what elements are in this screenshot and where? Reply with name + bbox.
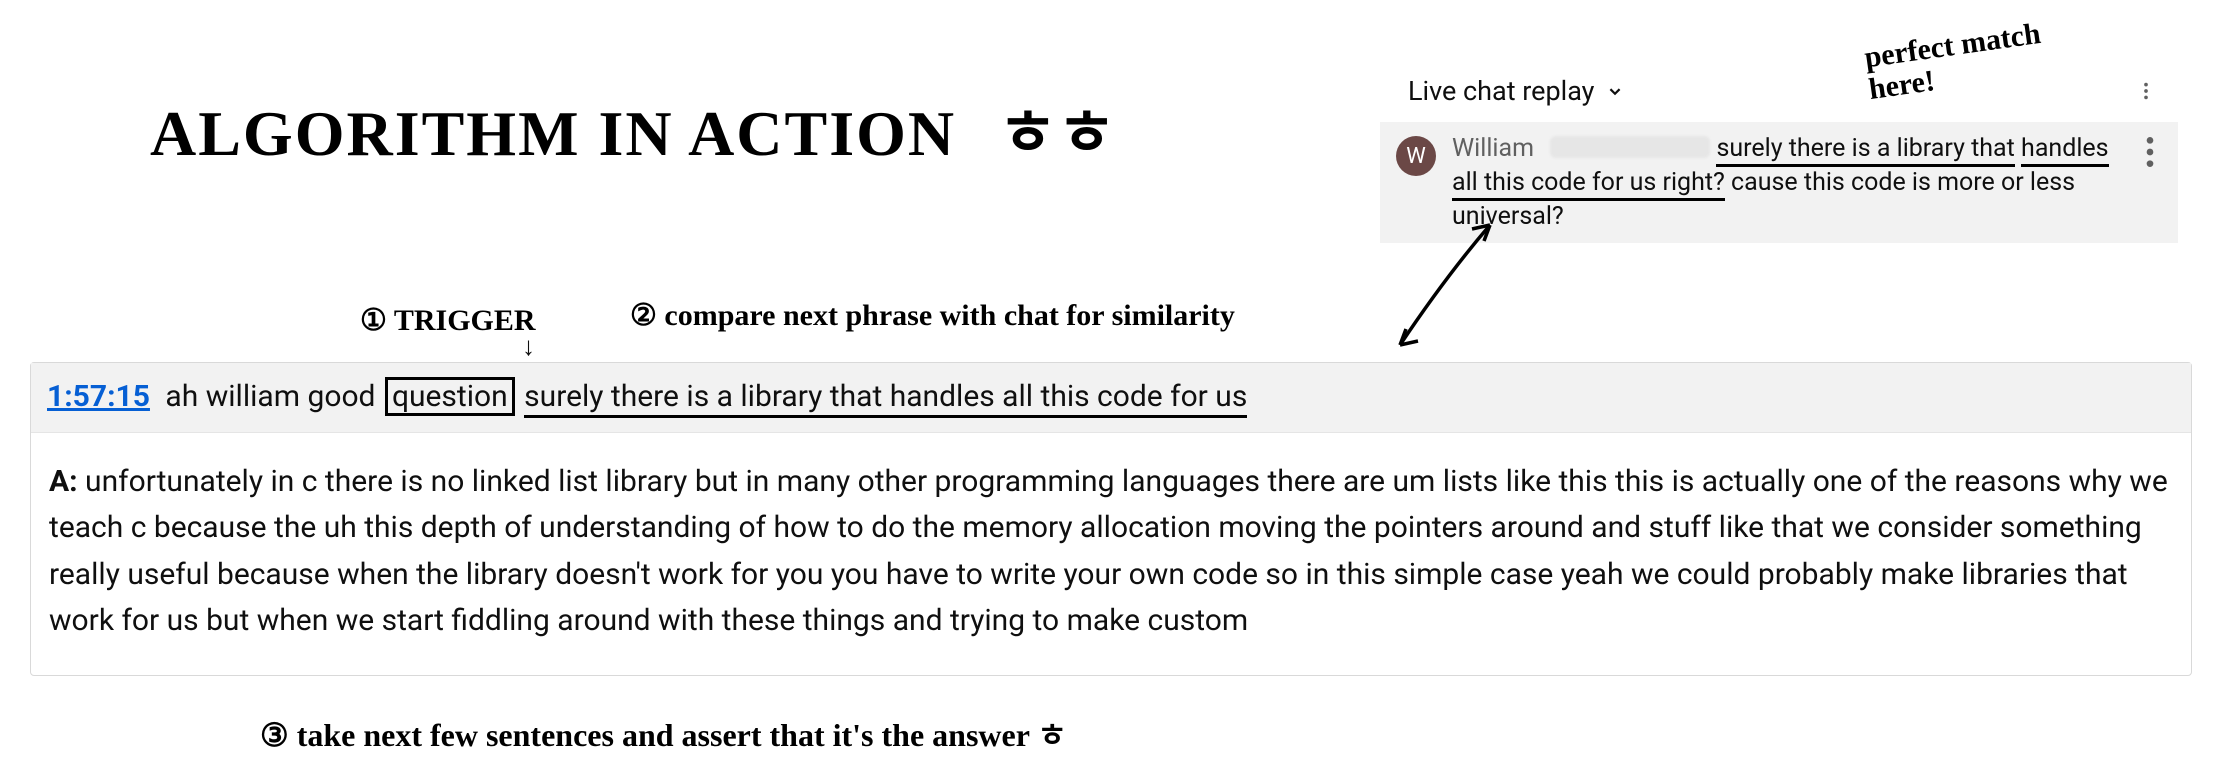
annotation-trigger: ① TRIGGER [360, 303, 536, 338]
live-chat-title: Live chat replay [1408, 75, 1594, 107]
annotation-bottom: ③ take next few sentences and assert tha… [260, 710, 1067, 756]
qa-answer: A: unfortunately in c there is no linked… [31, 433, 2191, 675]
live-chat-header: Live chat replay [1380, 60, 2178, 122]
live-chat-replay-toggle[interactable]: Live chat replay [1408, 75, 1626, 107]
answer-body: unfortunately in c there is no linked li… [49, 464, 2168, 639]
chat-message-more-button[interactable] [2130, 132, 2170, 172]
chat-message: W William surely there is a library that… [1380, 122, 2178, 243]
hand-title-text: ALGORITHM IN ACTION [150, 98, 956, 169]
matched-phrase: surely there is a library that handles a… [524, 379, 1247, 418]
live-chat-panel: Live chat replay W William surely there … [1380, 60, 2178, 243]
chevron-down-icon [1604, 80, 1626, 102]
trigger-word-box: question [385, 377, 515, 416]
chat-text-underlined-1: surely there is a library that [1716, 134, 2014, 167]
answer-label: A: [49, 464, 78, 499]
avatar[interactable]: W [1396, 136, 1436, 176]
more-vert-icon [2135, 80, 2157, 102]
timestamp-link[interactable]: 1:57:15 [47, 379, 150, 414]
redacted-surname [1550, 136, 1710, 158]
annotation-compare: ② compare next phrase with chat for simi… [630, 298, 1235, 333]
hand-title: ALGORITHM IN ACTION ㅎㅎ [150, 82, 1116, 174]
avatar-initial: W [1406, 144, 1426, 169]
chat-author[interactable]: William [1452, 134, 1534, 163]
chat-header-more-button[interactable] [2126, 71, 2166, 111]
chat-message-body: William surely there is a library that h… [1452, 132, 2114, 233]
qa-pre-text: ah william good [165, 379, 375, 414]
annotation-trigger-arrow: ↓ [522, 332, 535, 362]
qa-panel: 1:57:15 ah william good question surely … [30, 362, 2192, 676]
qa-question-row: 1:57:15 ah william good question surely … [31, 363, 2191, 433]
smiley-icon: ㅎㅎ [998, 82, 1116, 174]
more-vert-icon [2130, 132, 2170, 172]
